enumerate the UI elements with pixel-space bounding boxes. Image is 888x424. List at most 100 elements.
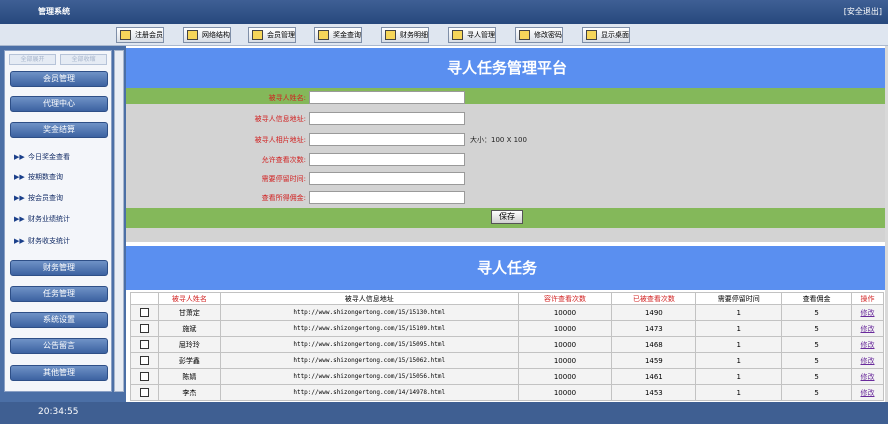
- member-management-button[interactable]: 会员管理: [248, 27, 296, 43]
- collapse-all-tab[interactable]: 全部收缩: [60, 54, 107, 65]
- status-bar: 20:34:55: [0, 402, 888, 424]
- menu-bonus-settlement[interactable]: 奖金结算: [10, 122, 108, 138]
- table-row: 彭学鑫 http://www.shizongertong.com/15/1506…: [130, 352, 884, 369]
- name-input[interactable]: [309, 91, 465, 104]
- row-url: http://www.shizongertong.com/14/14978.ht…: [219, 384, 519, 401]
- row-viewed: 1473: [611, 320, 697, 337]
- table-row: 陈婧 http://www.shizongertong.com/15/15056…: [130, 368, 884, 385]
- submenu-by-period[interactable]: ▶▶ 按期数查询: [14, 172, 63, 184]
- row-commission: 5: [781, 304, 852, 321]
- row-url: http://www.shizongertong.com/15/15130.ht…: [219, 304, 519, 321]
- row-name: 屈玲玲: [157, 336, 221, 353]
- row-viewed: 1468: [611, 336, 697, 353]
- table-row: 屈玲玲 http://www.shizongertong.com/15/1509…: [130, 336, 884, 353]
- allow-header: 容许查看次数: [517, 292, 613, 305]
- edit-link[interactable]: 修改: [861, 309, 875, 317]
- menu-member-management[interactable]: 会员管理: [10, 71, 108, 87]
- row-stay: 1: [695, 368, 783, 385]
- row-commission: 5: [781, 320, 852, 337]
- row-name: 彭学鑫: [157, 352, 221, 369]
- arrow-icon: ▶▶: [14, 153, 25, 161]
- submenu-finance-income-expense[interactable]: ▶▶ 财务收支统计: [14, 236, 70, 248]
- action-header: 操作: [851, 292, 884, 305]
- table-row: 施斌 http://www.shizongertong.com/15/15109…: [130, 320, 884, 337]
- menu-system-settings[interactable]: 系统设置: [10, 312, 108, 328]
- menu-announcements[interactable]: 公告留言: [10, 338, 108, 354]
- edit-link[interactable]: 修改: [861, 341, 875, 349]
- submenu-today-bonus[interactable]: ▶▶ 今日奖金查看: [14, 152, 70, 164]
- main-content: 寻人任务管理平台 被寻人姓名: 被寻人信息地址: 被寻人相片地址: 大小：100…: [126, 46, 888, 402]
- select-header: [130, 292, 159, 305]
- show-desktop-button[interactable]: 显示桌面: [582, 27, 630, 43]
- photo-url-label: 被寻人相片地址:: [254, 136, 306, 144]
- row-commission: 5: [781, 352, 852, 369]
- bonus-icon: [318, 30, 329, 40]
- stay-header: 需要停留时间: [695, 292, 783, 305]
- member-icon: [252, 30, 263, 40]
- commission-label: 查看所得佣金:: [261, 194, 306, 202]
- edit-link[interactable]: 修改: [861, 325, 875, 333]
- sidebar-tabs: 全部展开 全部收缩: [9, 54, 109, 66]
- edit-link[interactable]: 修改: [861, 389, 875, 397]
- arrow-icon: ▶▶: [14, 173, 25, 181]
- edit-link[interactable]: 修改: [861, 373, 875, 381]
- table-row: 李杰 http://www.shizongertong.com/14/14978…: [130, 384, 884, 401]
- arrow-icon: ▶▶: [14, 194, 25, 202]
- name-label: 被寻人姓名:: [268, 94, 306, 102]
- row-stay: 1: [695, 304, 783, 321]
- submenu-finance-performance[interactable]: ▶▶ 财务业绩统计: [14, 214, 70, 226]
- row-viewed: 1453: [611, 384, 697, 401]
- desktop-icon: [586, 30, 597, 40]
- sidebar: 全部展开 全部收缩 会员管理 代理中心 奖金结算 ▶▶ 今日奖金查看 ▶▶ 按期数查…: [0, 46, 126, 402]
- menu-finance-management[interactable]: 财务管理: [10, 260, 108, 276]
- row-checkbox[interactable]: [139, 308, 149, 317]
- task-table: 被寻人姓名 被寻人信息地址 容许查看次数 已被查看次数 需要停留时间 查看佣金 …: [130, 292, 884, 401]
- bonus-query-button[interactable]: 奖金查询: [314, 27, 362, 43]
- row-allow: 10000: [517, 320, 613, 337]
- task-section-title: 寻人任务: [126, 246, 888, 290]
- person-search-management-button[interactable]: 寻人管理: [448, 27, 496, 43]
- change-password-button[interactable]: 修改密码: [515, 27, 563, 43]
- logout-link[interactable]: [安全退出]: [844, 6, 882, 17]
- row-url: http://www.shizongertong.com/15/15062.ht…: [219, 352, 519, 369]
- info-url-input[interactable]: [309, 112, 465, 125]
- row-checkbox[interactable]: [139, 324, 149, 333]
- clock: 20:34:55: [38, 407, 79, 417]
- commission-header: 查看佣金: [781, 292, 852, 305]
- row-allow: 10000: [517, 352, 613, 369]
- sidebar-scrollbar[interactable]: [114, 50, 124, 392]
- register-member-button[interactable]: 注册会员: [116, 27, 164, 43]
- sidebar-menu-panel: 全部展开 全部收缩 会员管理 代理中心 奖金结算 ▶▶ 今日奖金查看 ▶▶ 按期数查…: [4, 50, 112, 392]
- menu-other-management[interactable]: 其他管理: [10, 365, 108, 381]
- menu-agent-center[interactable]: 代理中心: [10, 96, 108, 112]
- row-checkbox[interactable]: [139, 340, 149, 349]
- commission-input[interactable]: [309, 191, 465, 204]
- row-name: 李杰: [157, 384, 221, 401]
- name-header: 被寻人姓名: [157, 292, 221, 305]
- row-allow: 10000: [517, 336, 613, 353]
- row-checkbox[interactable]: [139, 356, 149, 365]
- url-header: 被寻人信息地址: [219, 292, 519, 305]
- network-structure-button[interactable]: 网络结构: [183, 27, 231, 43]
- allow-views-input[interactable]: [309, 153, 465, 166]
- arrow-icon: ▶▶: [14, 237, 25, 245]
- edit-link[interactable]: 修改: [861, 357, 875, 365]
- expand-all-tab[interactable]: 全部展开: [9, 54, 56, 65]
- platform-title: 寻人任务管理平台: [126, 48, 888, 88]
- save-button[interactable]: 保存: [491, 210, 523, 224]
- row-url: http://www.shizongertong.com/15/15095.ht…: [219, 336, 519, 353]
- row-checkbox[interactable]: [139, 388, 149, 397]
- register-icon: [120, 30, 131, 40]
- row-allow: 10000: [517, 384, 613, 401]
- table-row: 甘萧定 http://www.shizongertong.com/15/1513…: [130, 304, 884, 321]
- menu-task-management[interactable]: 任务管理: [10, 286, 108, 302]
- photo-url-input[interactable]: [309, 133, 465, 146]
- top-bar: 管理系统 [安全退出]: [0, 0, 888, 24]
- row-viewed: 1461: [611, 368, 697, 385]
- finance-detail-button[interactable]: 财务明细: [381, 27, 429, 43]
- submenu-by-member[interactable]: ▶▶ 按会员查询: [14, 193, 63, 205]
- stay-time-input[interactable]: [309, 172, 465, 185]
- row-checkbox[interactable]: [139, 372, 149, 381]
- row-commission: 5: [781, 368, 852, 385]
- row-url: http://www.shizongertong.com/15/15109.ht…: [219, 320, 519, 337]
